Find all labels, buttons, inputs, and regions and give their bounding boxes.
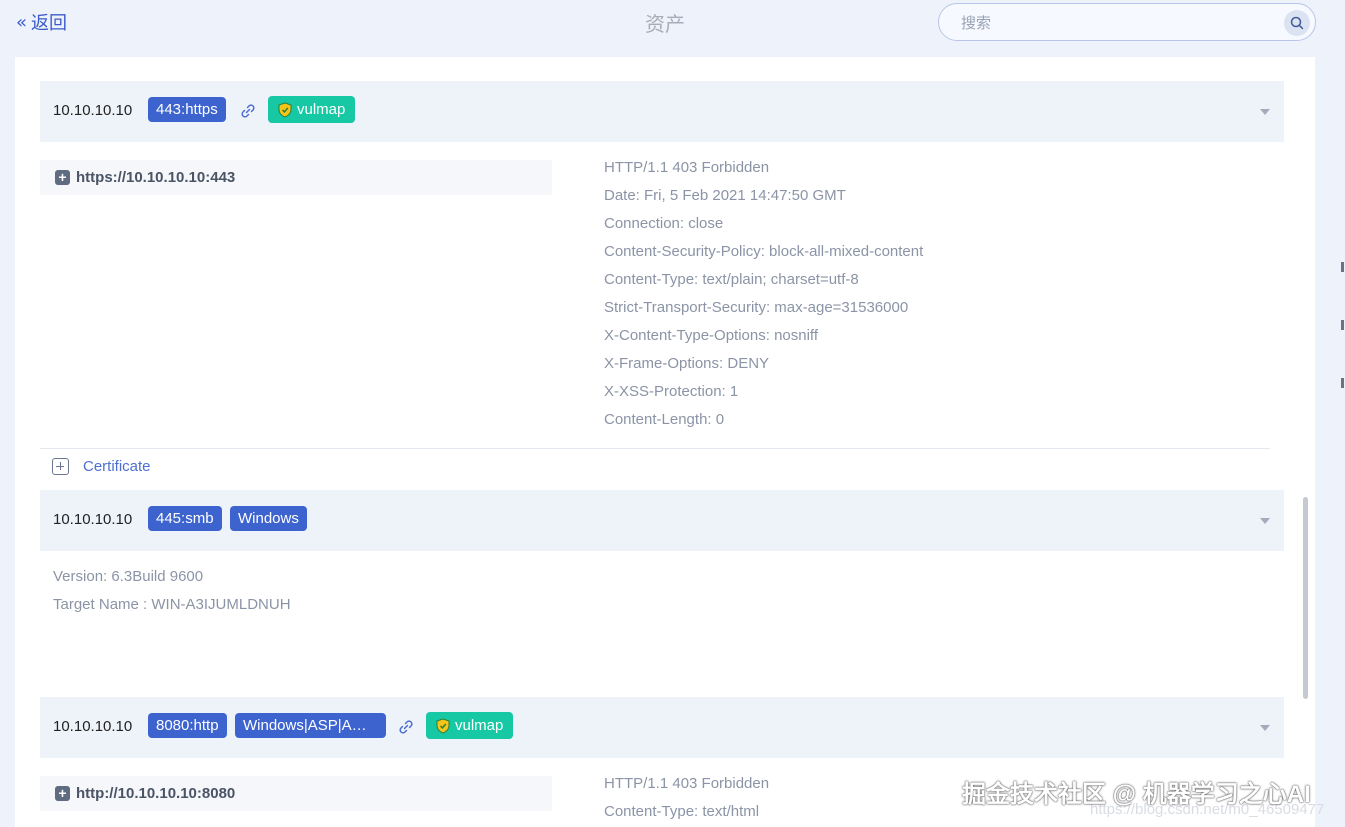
response-line: Content-Security-Policy: block-all-mixed…: [604, 243, 924, 260]
os-tag: Windows: [230, 506, 307, 531]
watermark: 掘金技术社区 @ 机器学习之心AI: [962, 781, 1311, 808]
response-line: Connection: close: [604, 215, 724, 232]
port-tag: 8080:http: [148, 713, 227, 738]
vulmap-badge[interactable]: vulmap: [426, 712, 514, 739]
response-line: Date: Fri, 5 Feb 2021 14:47:50 GMT: [604, 187, 846, 204]
search-button[interactable]: [1284, 10, 1310, 36]
chevron-down-icon[interactable]: [1260, 725, 1270, 731]
response-line: X-Content-Type-Options: nosniff: [604, 327, 818, 344]
response-line: Content-Length: 0: [604, 411, 725, 428]
response-line: X-XSS-Protection: 1: [604, 383, 739, 400]
shield-icon: [278, 101, 292, 118]
scrollbar-thumb[interactable]: [1303, 497, 1308, 699]
search-icon: [1290, 16, 1304, 30]
info-line: Version: 6.3Build 9600: [53, 568, 204, 585]
link-icon[interactable]: [397, 718, 415, 736]
chevron-down-icon[interactable]: [1260, 109, 1270, 115]
info-line: Target Name : WIN-A3IJUMLDNUH: [53, 596, 291, 613]
port-tag: 443:https: [148, 97, 226, 122]
certificate-toggle[interactable]: Certificate: [52, 458, 151, 475]
response-line: Content-Type: text/html: [604, 803, 760, 820]
divider: [40, 448, 1270, 449]
edge-marker: [1341, 320, 1344, 330]
search-input[interactable]: [961, 13, 1261, 33]
asset-url: https://10.10.10.10:443: [76, 169, 236, 186]
vulmap-label: vulmap: [455, 717, 504, 734]
port-tag: 445:smb: [148, 506, 222, 531]
url-row[interactable]: + https://10.10.10.10:443: [40, 160, 552, 195]
asset-header[interactable]: 10.10.10.10 8080:http Windows|ASP|A… vul…: [40, 697, 1284, 758]
response-line: X-Frame-Options: DENY: [604, 355, 770, 372]
edge-marker: [1341, 378, 1344, 388]
expand-plus-icon[interactable]: [52, 458, 69, 475]
response-line: HTTP/1.1 403 Forbidden: [604, 159, 770, 176]
vulmap-label: vulmap: [297, 101, 346, 118]
url-row[interactable]: + http://10.10.10.10:8080: [40, 776, 552, 811]
asset-ip: 10.10.10.10: [53, 511, 133, 528]
link-icon[interactable]: [239, 102, 257, 120]
expand-plus-icon[interactable]: +: [55, 786, 70, 801]
response-line: HTTP/1.1 403 Forbidden: [604, 775, 770, 792]
asset-header[interactable]: 10.10.10.10 443:https vulmap: [40, 81, 1284, 142]
response-line: Content-Type: text/plain; charset=utf-8: [604, 271, 859, 288]
search-box: [938, 3, 1316, 41]
tech-tag: Windows|ASP|A…: [235, 713, 386, 738]
certificate-label: Certificate: [83, 458, 151, 475]
response-line: Strict-Transport-Security: max-age=31536…: [604, 299, 909, 316]
asset-ip: 10.10.10.10: [53, 102, 133, 119]
expand-plus-icon[interactable]: +: [55, 170, 70, 185]
edge-marker: [1341, 262, 1344, 272]
vulmap-badge[interactable]: vulmap: [268, 96, 356, 123]
asset-url: http://10.10.10.10:8080: [76, 785, 236, 802]
top-bar: « 返回 资产: [0, 0, 1345, 48]
asset-ip: 10.10.10.10: [53, 718, 133, 735]
chevron-down-icon[interactable]: [1260, 518, 1270, 524]
asset-header[interactable]: 10.10.10.10 445:smb Windows: [40, 490, 1284, 551]
shield-icon: [436, 717, 450, 734]
